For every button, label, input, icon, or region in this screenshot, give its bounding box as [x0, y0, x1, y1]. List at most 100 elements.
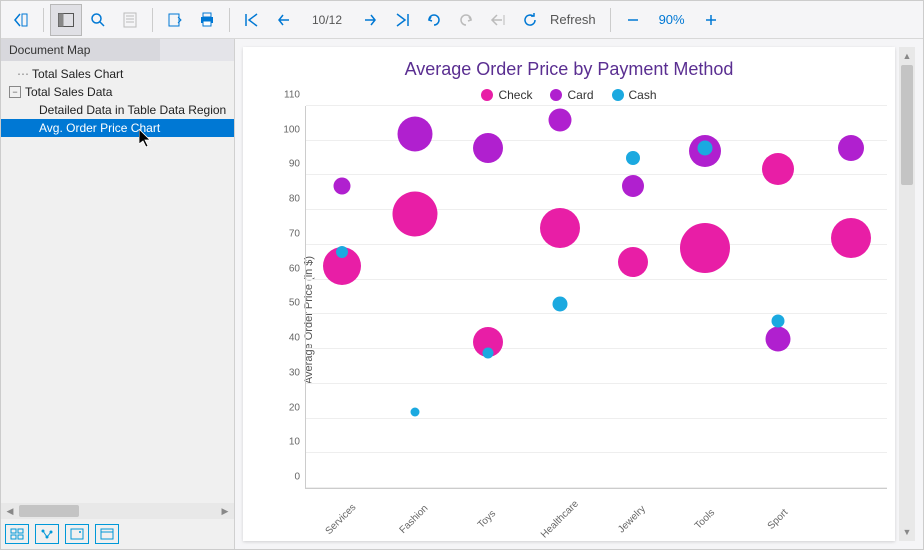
grid-line	[306, 313, 887, 314]
tree-item-label: Total Sales Data	[25, 85, 112, 99]
grid-line	[306, 174, 887, 175]
legend-swatch-icon	[550, 89, 562, 101]
back-arrow-icon	[482, 4, 514, 36]
refresh-icon[interactable]	[514, 4, 546, 36]
legend-swatch-icon	[612, 89, 624, 101]
export-icon[interactable]	[159, 4, 191, 36]
divider	[229, 8, 230, 32]
grid-line	[306, 140, 887, 141]
y-tick-label: 20	[289, 402, 306, 413]
legend-label: Cash	[629, 88, 657, 102]
tree-toggle-icon[interactable]: −	[9, 86, 21, 98]
prev-page-icon[interactable]	[268, 4, 300, 36]
sidebar-tab[interactable]	[160, 39, 234, 61]
tree-item[interactable]: Detailed Data in Table Data Region	[1, 101, 234, 119]
y-tick-label: 110	[284, 90, 306, 101]
scroll-down-icon[interactable]: ▼	[900, 525, 914, 539]
report-viewer: Average Order Price by Payment Method Ch…	[235, 39, 923, 549]
chart-bubble	[540, 208, 580, 248]
vertical-scrollbar[interactable]: ▲ ▼	[899, 47, 915, 541]
zoom-level[interactable]: 90%	[649, 12, 695, 27]
zoom-out-icon[interactable]	[617, 4, 649, 36]
y-tick-label: 90	[289, 159, 306, 170]
view-mode-3-icon[interactable]	[65, 524, 89, 544]
history-back-icon[interactable]	[418, 4, 450, 36]
chart-bubble	[698, 140, 713, 155]
y-tick-label: 40	[289, 333, 306, 344]
y-tick-label: 100	[283, 124, 306, 135]
grid-line	[306, 348, 887, 349]
grid-line	[306, 244, 887, 245]
x-tick-label: Sport	[766, 507, 791, 532]
chart-bubble	[762, 153, 794, 185]
search-icon[interactable]	[82, 4, 114, 36]
x-tick-label: Toys	[476, 508, 498, 530]
x-axis-labels: ServicesFashionToysHealthcareJewelryTool…	[305, 489, 887, 533]
legend-item: Card	[550, 88, 593, 102]
last-page-icon[interactable]	[386, 4, 418, 36]
x-tick-label: Healthcare	[539, 499, 581, 541]
tree-item-label: Detailed Data in Table Data Region	[39, 103, 226, 117]
view-mode-4-icon[interactable]	[95, 524, 119, 544]
first-page-icon[interactable]	[236, 4, 268, 36]
y-tick-label: 80	[289, 194, 306, 205]
chart-bubble	[397, 116, 432, 151]
tree-connector-icon: ⋯	[17, 67, 28, 81]
chart-bubble	[553, 296, 568, 311]
chart-bubble	[838, 135, 864, 161]
y-tick-label: 50	[289, 298, 306, 309]
y-tick-label: 10	[289, 437, 306, 448]
next-page-icon[interactable]	[354, 4, 386, 36]
document-map-panel: Document Map ⋯Total Sales Chart−Total Sa…	[1, 39, 235, 549]
scroll-up-icon[interactable]: ▲	[900, 49, 914, 63]
zoom-in-icon[interactable]	[695, 4, 727, 36]
x-tick-label: Jewelry	[616, 504, 648, 536]
tree-item[interactable]: Avg. Order Price Chart	[1, 119, 234, 137]
tree-item-label: Avg. Order Price Chart	[39, 121, 160, 135]
grid-line	[306, 105, 887, 106]
document-tree: ⋯Total Sales Chart−Total Sales DataDetai…	[1, 61, 234, 503]
chart-bubble	[772, 315, 785, 328]
chart-bubble	[831, 218, 871, 258]
view-mode-1-icon[interactable]	[5, 524, 29, 544]
grid-line	[306, 452, 887, 453]
grid-line	[306, 487, 887, 488]
horizontal-scrollbar[interactable]: ◀ ▶	[1, 503, 234, 519]
back-icon[interactable]	[5, 4, 37, 36]
page-indicator[interactable]: 10/12	[300, 13, 354, 27]
chart-bubble	[336, 246, 348, 258]
chart-bubble	[766, 326, 791, 351]
divider	[610, 8, 611, 32]
divider	[43, 8, 44, 32]
x-tick-label: Tools	[693, 507, 717, 531]
legend-label: Check	[498, 88, 532, 102]
chart-plot: 0102030405060708090100110	[305, 106, 887, 489]
chart-title: Average Order Price by Payment Method	[251, 59, 887, 80]
chart-bubble	[622, 175, 644, 197]
print-icon[interactable]	[191, 4, 223, 36]
grid-line	[306, 383, 887, 384]
chart-bubble	[473, 133, 503, 163]
tree-item[interactable]: ⋯ Total Sales Chart	[1, 65, 234, 83]
view-mode-2-icon[interactable]	[35, 524, 59, 544]
scroll-thumb[interactable]	[901, 65, 913, 185]
scroll-right-icon[interactable]: ▶	[218, 504, 232, 518]
y-tick-label: 30	[289, 367, 306, 378]
scroll-left-icon[interactable]: ◀	[3, 504, 17, 518]
legend-item: Cash	[612, 88, 657, 102]
sidebar-toggle-icon[interactable]	[50, 4, 82, 36]
legend-swatch-icon	[481, 89, 493, 101]
tree-item[interactable]: −Total Sales Data	[1, 83, 234, 101]
grid-line	[306, 279, 887, 280]
tree-item-label: Total Sales Chart	[32, 67, 123, 81]
divider	[152, 8, 153, 32]
y-tick-label: 70	[289, 228, 306, 239]
x-tick-label: Services	[324, 502, 359, 537]
y-tick-label: 60	[289, 263, 306, 274]
refresh-label[interactable]: Refresh	[546, 12, 604, 27]
chart-bubble	[482, 347, 493, 358]
y-tick-label: 0	[294, 472, 306, 483]
history-fwd-icon	[450, 4, 482, 36]
scroll-thumb[interactable]	[19, 505, 79, 517]
chart-bubble	[618, 247, 648, 277]
